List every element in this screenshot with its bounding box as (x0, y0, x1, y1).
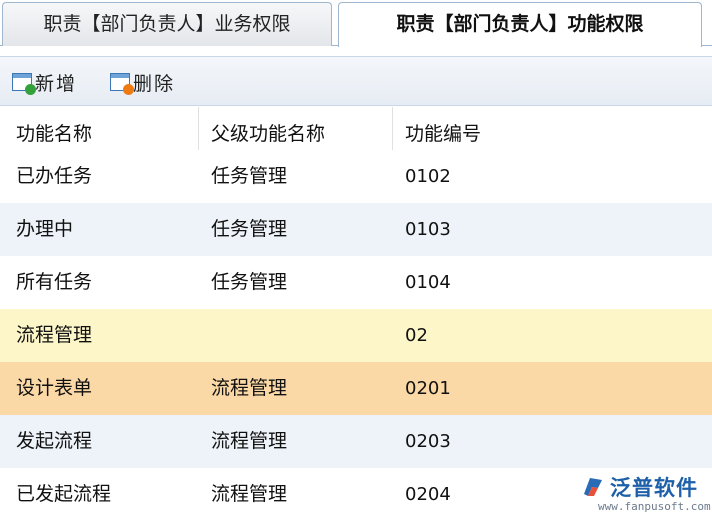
cell-function-code: 0201 (405, 378, 451, 399)
cell-function-name: 流程管理 (16, 324, 93, 346)
cell-function-code: 02 (405, 325, 428, 346)
cell-parent-name: 流程管理 (211, 377, 288, 399)
brand-watermark: 泛普软件 www.fanpusoft.com (580, 472, 711, 516)
tab-function-permissions[interactable]: 职责【部门负责人】功能权限 (338, 2, 702, 47)
table-row[interactable]: 已办任务 任务管理 0102 (0, 150, 712, 203)
delete-button-label: 删除 (133, 72, 176, 95)
table-row-hovered[interactable]: 流程管理 02 (0, 309, 712, 362)
table-row[interactable]: 办理中 任务管理 0103 (0, 203, 712, 256)
cell-parent-name: 任务管理 (211, 271, 288, 293)
cell-function-name: 办理中 (16, 218, 74, 240)
cell-function-code: 0103 (405, 219, 451, 240)
add-button-label: 新增 (35, 72, 78, 95)
cell-function-code: 0104 (405, 272, 451, 293)
cell-function-name: 所有任务 (16, 271, 93, 293)
add-document-icon (12, 73, 36, 95)
tab-bar: 职责【部门负责人】业务权限 职责【部门负责人】功能权限 (0, 0, 712, 47)
cell-function-code: 0203 (405, 431, 451, 452)
brand-logo-icon (584, 478, 602, 496)
add-button[interactable]: 新增 (12, 69, 77, 95)
brand-url: www.fanpusoft.com (598, 500, 711, 513)
tab-business-permissions[interactable]: 职责【部门负责人】业务权限 (2, 2, 332, 46)
cell-parent-name: 任务管理 (211, 165, 288, 187)
cell-function-name: 已办任务 (16, 165, 93, 187)
cell-function-code: 0204 (405, 484, 451, 505)
cell-parent-name: 流程管理 (211, 430, 288, 452)
table-row[interactable]: 所有任务 任务管理 0104 (0, 256, 712, 309)
table-row[interactable]: 发起流程 流程管理 0203 (0, 415, 712, 468)
cell-function-code: 0102 (405, 166, 451, 187)
cell-function-name: 发起流程 (16, 430, 93, 452)
grid-body: 已办任务 任务管理 0102 办理中 任务管理 0103 所有任务 任务管理 0… (0, 150, 712, 520)
cell-parent-name: 流程管理 (211, 483, 288, 505)
cell-function-name: 设计表单 (16, 377, 93, 399)
cell-function-name: 已发起流程 (16, 483, 112, 505)
delete-document-icon (110, 73, 134, 95)
brand-name: 泛普软件 (610, 476, 698, 500)
delete-button[interactable]: 删除 (110, 69, 175, 95)
table-row-selected[interactable]: 设计表单 流程管理 0201 (0, 362, 712, 415)
cell-parent-name: 任务管理 (211, 218, 288, 240)
toolbar: 新增 删除 (0, 56, 712, 106)
